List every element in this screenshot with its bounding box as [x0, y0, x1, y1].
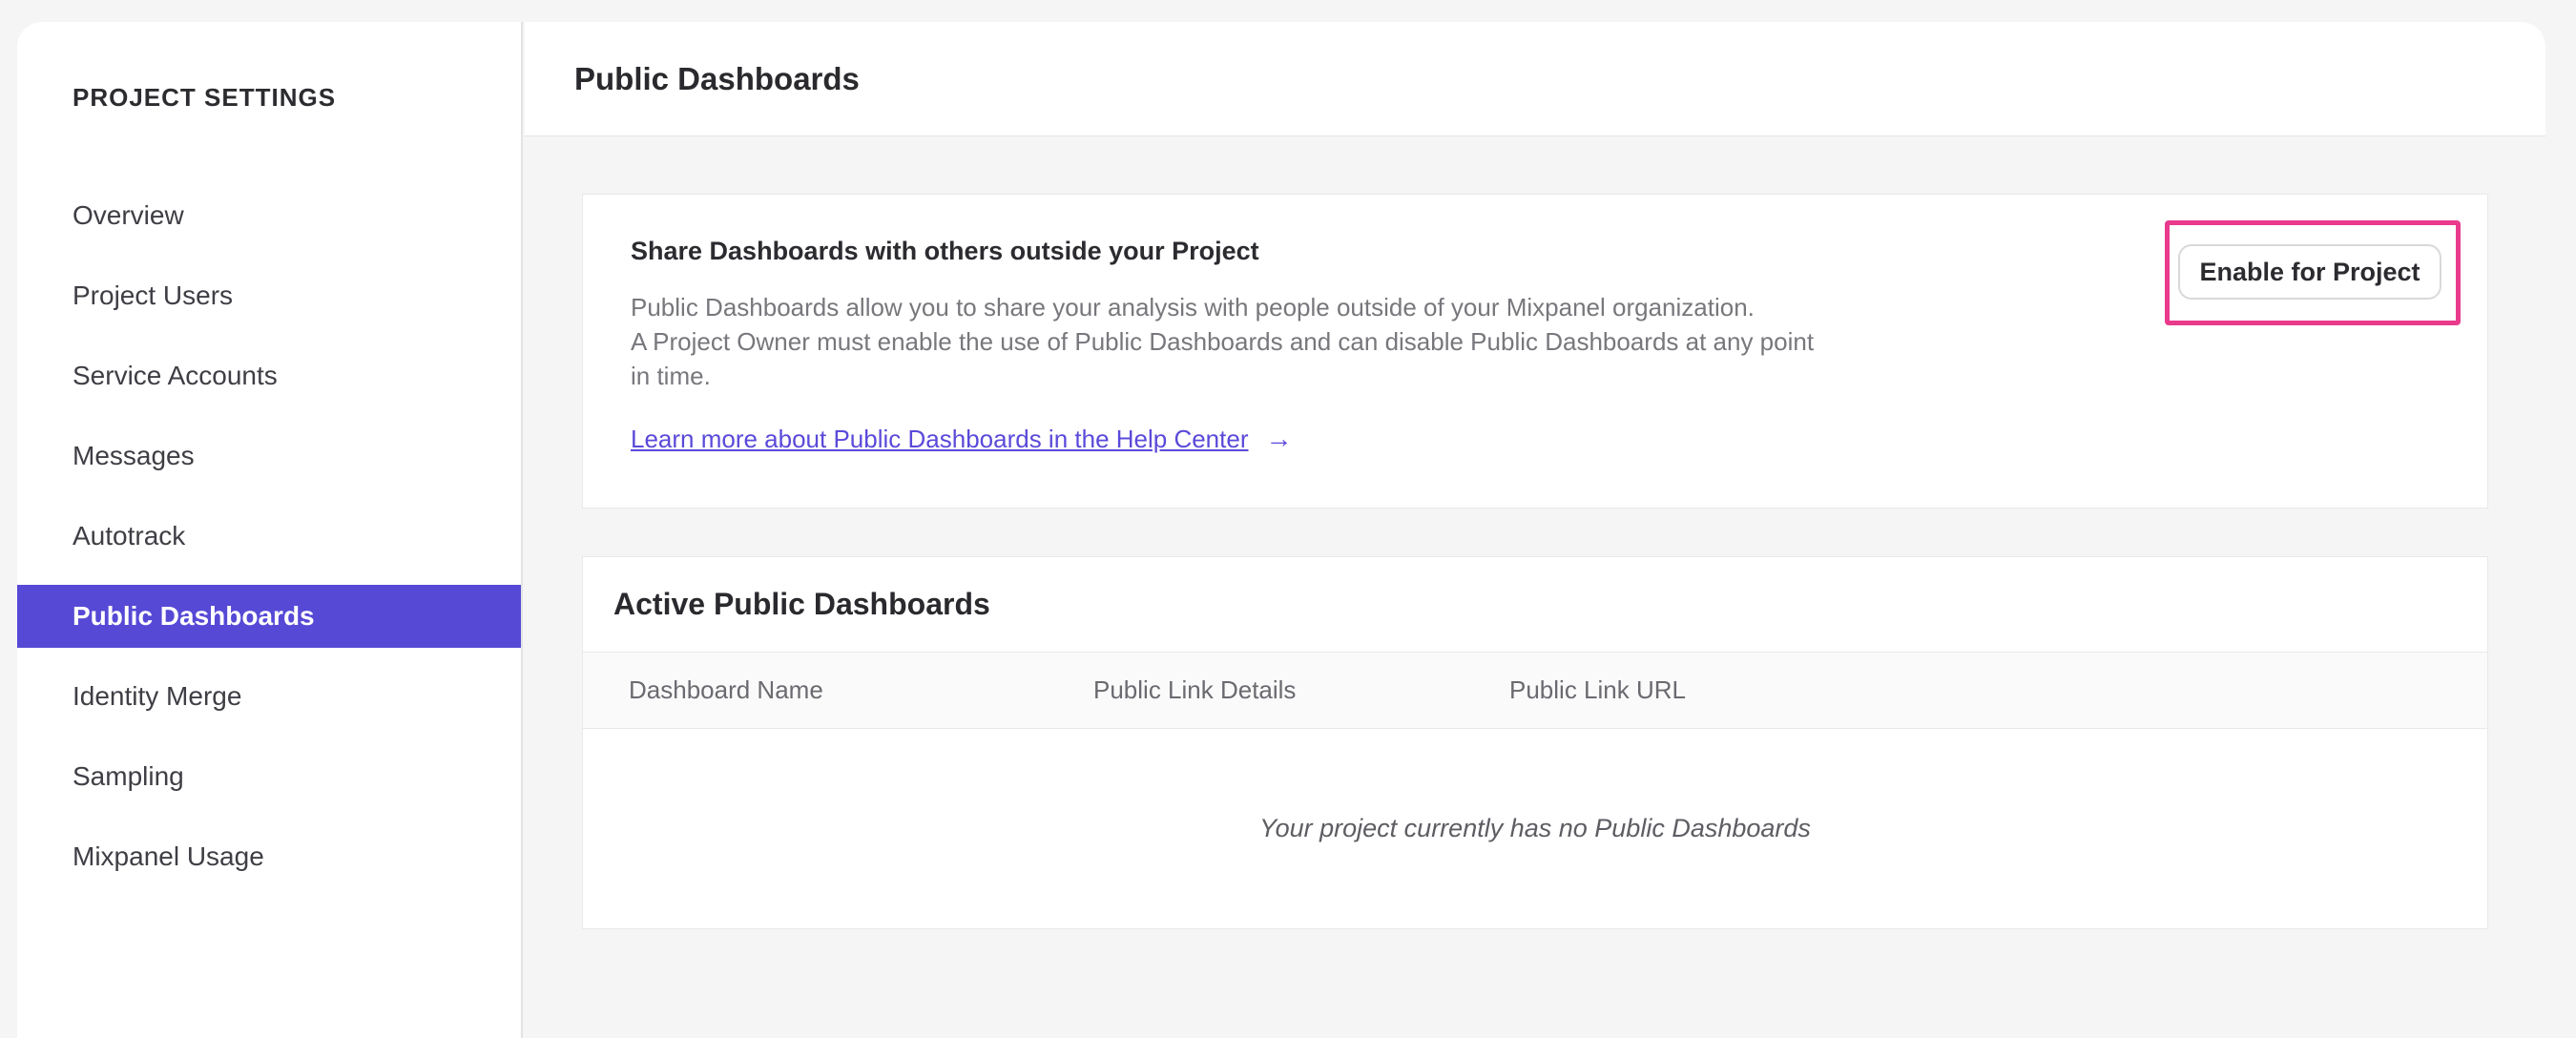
- sidebar-item-label: Sampling: [73, 761, 184, 791]
- arrow-right-icon: →: [1265, 424, 1293, 453]
- share-dashboards-card: Share Dashboards with others outside you…: [582, 194, 2488, 509]
- active-public-dashboards-card: Active Public Dashboards Dashboard Name P…: [582, 556, 2488, 929]
- sidebar-item-label: Public Dashboards: [73, 601, 315, 631]
- sidebar-item-messages[interactable]: Messages: [17, 425, 521, 488]
- sidebar-item-label: Autotrack: [73, 521, 186, 550]
- sidebar-item-public-dashboards[interactable]: Public Dashboards: [17, 585, 521, 648]
- empty-state-message: Your project currently has no Public Das…: [1259, 813, 1811, 842]
- share-card-description: Public Dashboards allow you to share you…: [631, 293, 1815, 390]
- share-card-heading: Share Dashboards with others outside you…: [631, 237, 1259, 265]
- sidebar-item-overview[interactable]: Overview: [17, 184, 521, 247]
- sidebar-nav: Overview Project Users Service Accounts Mes…: [17, 184, 521, 905]
- active-card-title-row: Active Public Dashboards: [583, 557, 2487, 653]
- sidebar-item-autotrack[interactable]: Autotrack: [17, 505, 521, 568]
- sidebar-item-label: Messages: [73, 441, 195, 470]
- sidebar-item-label: Service Accounts: [73, 361, 278, 390]
- sidebar-item-label: Mixpanel Usage: [73, 841, 264, 871]
- project-settings-sidebar: PROJECT SETTINGS Overview Project Users Se…: [17, 22, 523, 1038]
- sidebar-item-identity-merge[interactable]: Identity Merge: [17, 665, 521, 728]
- page-header: Public Dashboards: [525, 22, 2545, 136]
- help-center-link-row: Learn more about Public Dashboards in th…: [631, 424, 1293, 454]
- table-header-row: Dashboard Name Public Link Details Public …: [583, 653, 2487, 729]
- sidebar-item-label: Identity Merge: [73, 681, 242, 711]
- sidebar-item-label: Overview: [73, 200, 184, 230]
- column-header-dashboard-name: Dashboard Name: [629, 675, 823, 704]
- sidebar-item-label: Project Users: [73, 280, 234, 310]
- column-header-public-link-url: Public Link URL: [1509, 675, 1686, 704]
- column-header-public-link-details: Public Link Details: [1093, 675, 1297, 704]
- help-center-link[interactable]: Learn more about Public Dashboards in th…: [631, 425, 1249, 454]
- sidebar-title: PROJECT SETTINGS: [73, 83, 337, 112]
- sidebar-item-project-users[interactable]: Project Users: [17, 264, 521, 327]
- sidebar-item-mixpanel-usage[interactable]: Mixpanel Usage: [17, 825, 521, 888]
- page-title: Public Dashboards: [574, 60, 860, 96]
- sidebar-item-service-accounts[interactable]: Service Accounts: [17, 344, 521, 407]
- active-card-title: Active Public Dashboards: [613, 587, 990, 621]
- sidebar-item-sampling[interactable]: Sampling: [17, 745, 521, 808]
- enable-for-project-button[interactable]: Enable for Project: [2178, 244, 2441, 300]
